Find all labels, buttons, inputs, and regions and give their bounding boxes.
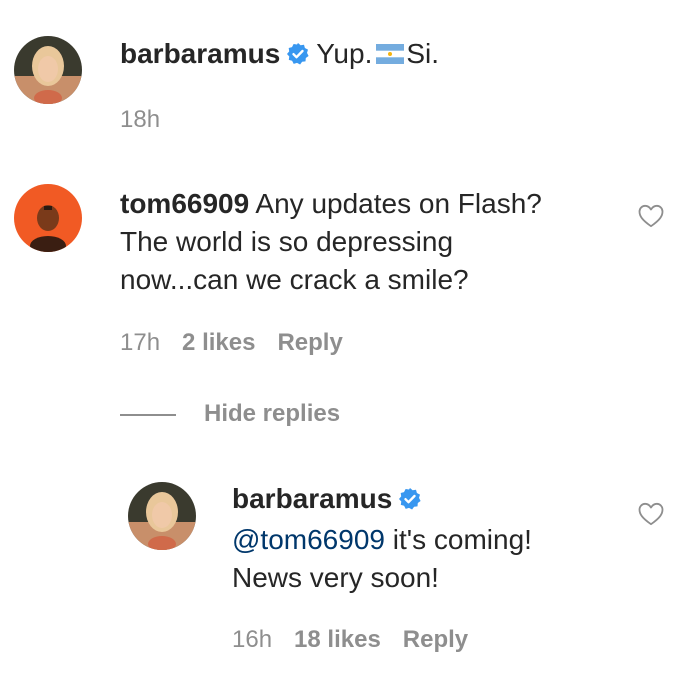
comment-text: barbaramus Yup. Si.	[120, 35, 439, 76]
like-heart-icon[interactable]	[638, 502, 664, 531]
avatar[interactable]	[128, 482, 196, 550]
comment-text-after-flag: Si.	[406, 38, 440, 69]
reply-barbaramus: barbaramus @tom66909 it's coming! News v…	[0, 460, 680, 674]
comment-text-before-flag: Yup.	[316, 38, 373, 69]
username[interactable]: tom66909	[120, 188, 249, 219]
comment-text-line1: Any updates on Flash?	[255, 188, 542, 219]
reply-button[interactable]: Reply	[403, 626, 468, 653]
reply-text: barbaramus @tom66909 it's coming! News v…	[232, 480, 532, 597]
reply-meta: 16h 18 likes Reply	[232, 626, 490, 654]
timestamp[interactable]: 17h	[120, 329, 160, 356]
comment-text-line3: now...can we crack a smile?	[120, 264, 469, 295]
likes-count[interactable]: 18 likes	[294, 626, 381, 653]
likes-count[interactable]: 2 likes	[182, 329, 255, 356]
reply-text-line1: it's coming!	[392, 524, 532, 555]
verified-badge-icon	[286, 38, 310, 76]
comment-tom66909: tom66909 Any updates on Flash? The world…	[0, 170, 680, 370]
comment-barbaramus-1: barbaramus Yup. Si. 18h	[0, 0, 680, 150]
comment-text-line2: The world is so depressing	[120, 226, 454, 257]
comment-text: tom66909 Any updates on Flash? The world…	[120, 185, 542, 299]
hide-replies-divider	[120, 414, 176, 416]
avatar[interactable]	[14, 184, 82, 252]
hide-replies-button[interactable]: Hide replies	[204, 400, 340, 428]
like-heart-icon[interactable]	[638, 204, 664, 233]
username[interactable]: barbaramus	[232, 483, 392, 514]
reply-button[interactable]: Reply	[277, 329, 342, 356]
reply-text-line2: News very soon!	[232, 562, 439, 593]
comment-meta: 17h 2 likes Reply	[120, 329, 365, 357]
argentina-flag-icon	[376, 36, 405, 74]
mention-link[interactable]: @tom66909	[232, 524, 385, 555]
avatar[interactable]	[14, 36, 82, 104]
comment-meta: 18h	[120, 106, 182, 134]
timestamp[interactable]: 18h	[120, 106, 160, 133]
verified-badge-icon	[398, 483, 422, 521]
timestamp[interactable]: 16h	[232, 626, 272, 653]
username[interactable]: barbaramus	[120, 38, 280, 69]
